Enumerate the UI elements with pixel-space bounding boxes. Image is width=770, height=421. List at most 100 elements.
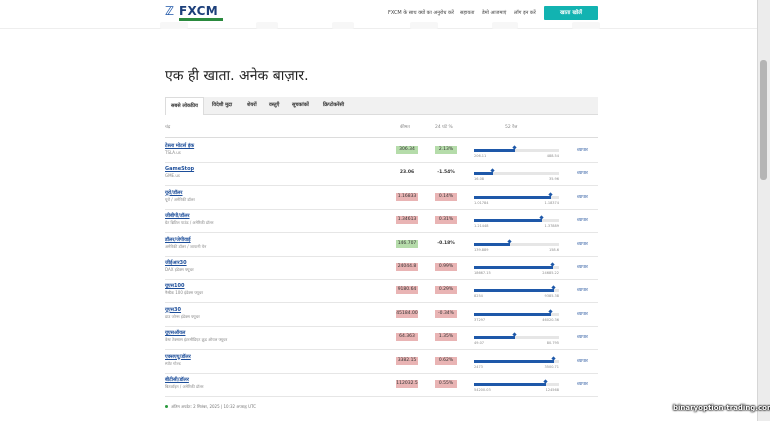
open-account-button[interactable]: खाता खोलें <box>544 6 598 20</box>
table-row[interactable]: बीटीसी/डॉलर बिटकॉइन / अमेरिकी डॉलर 112032.… <box>165 373 598 397</box>
trade-link[interactable]: व्यापार <box>577 381 588 387</box>
instrument-name[interactable]: जीईआर30 <box>165 260 187 266</box>
instrument-name[interactable]: डॉलर/जेपीवाई <box>165 237 191 243</box>
range-bar-fill <box>474 266 553 269</box>
content-area: ℤ FXCM FXCM के साथ क्यों का अनुरोध करें … <box>0 0 757 421</box>
range-bar-fill <box>474 289 554 293</box>
table-row[interactable]: डॉलर/जेपीवाई अमेरिकी डॉलर / जापानी येन 146… <box>165 233 598 257</box>
tab-crypto[interactable]: क्रिप्टोकरेंसी <box>318 97 349 114</box>
range-high: 9385.38 <box>544 294 559 299</box>
trade-link[interactable]: व्यापार <box>577 241 588 247</box>
tab-stocks[interactable]: शेयरों <box>242 97 262 114</box>
live-indicator-icon <box>165 405 168 408</box>
range-bar-fill <box>474 219 542 223</box>
change-cell: -1.54% <box>437 170 455 176</box>
price-cell: 112032.5 <box>396 380 418 388</box>
table-row[interactable]: यूएस100 नैस्डैक 100 इंडेक्स फ्यूचर 9180.64… <box>165 279 598 304</box>
range-marker-icon <box>551 355 556 361</box>
change-cell: 0.99% <box>435 263 457 271</box>
range-low: 16.08 <box>474 177 485 182</box>
range-bar <box>474 145 559 152</box>
range-high: 158.6 <box>548 247 559 252</box>
instrument-description: वेस्ट टेक्सास इंटरमीडिएट क्रूड ऑयल फ्यूच… <box>165 337 228 343</box>
instrument-name[interactable]: यूएस30 <box>165 307 181 313</box>
trade-link[interactable]: व्यापार <box>577 194 588 200</box>
trade-link[interactable]: व्यापार <box>577 264 588 270</box>
price-cell: 146.707 <box>396 239 418 248</box>
trade-link[interactable]: व्यापार <box>577 170 588 176</box>
table-row[interactable]: यूरो/डॉलर यूरो / अमेरिकी डॉलर 1.16833 0.14%… <box>165 186 598 210</box>
logo-text: FXCM <box>179 4 218 18</box>
table-row[interactable]: GameStop GME.us 23.06 -1.54% 16.08 35.96 व्याप… <box>165 162 598 187</box>
fxcm-logo[interactable]: ℤ FXCM <box>165 4 223 23</box>
trade-link[interactable]: व्यापार <box>577 217 588 223</box>
instrument-name[interactable]: यूएस100 <box>165 283 184 289</box>
instrument-description: GME.us <box>165 173 180 179</box>
trade-link[interactable]: व्यापार <box>577 311 588 317</box>
page: ℤ FXCM FXCM के साथ क्यों का अनुरोध करें … <box>0 0 770 421</box>
instrument-description: नैस्डैक 100 इंडेक्स फ्यूचर <box>165 290 204 296</box>
nav-why-fxcm[interactable]: FXCM के साथ क्यों का अनुरोध करें <box>388 10 454 16</box>
range-low: 1.01784 <box>474 200 489 205</box>
trade-link[interactable]: व्यापार <box>577 287 588 293</box>
scrollbar-thumb[interactable] <box>760 60 767 180</box>
tab-most-popular[interactable]: सबसे लोकप्रिय <box>165 97 204 115</box>
instrument-description: स्पॉट गोल्ड <box>165 360 181 366</box>
instrument-description: बिटकॉइन / अमेरिकी डॉलर <box>165 384 204 389</box>
table-row[interactable]: यूएस30 डाउ जोन्स इंडेक्स फ्यूचर 45184.00 -0… <box>165 303 598 327</box>
change-cell: 0.62% <box>435 356 457 365</box>
table-row[interactable]: यूएसऑयल वेस्ट टेक्सास इंटरमीडिएट क्रूड ऑय… <box>165 326 598 351</box>
change-cell: 0.55% <box>435 380 457 388</box>
range-low: 2473 <box>474 364 483 369</box>
trade-link[interactable]: व्यापार <box>577 334 588 340</box>
column-header-change: 24 घंटे % <box>435 125 453 130</box>
tab-indices[interactable]: सूचकांकों <box>287 97 314 114</box>
range-bar-fill <box>474 242 510 246</box>
change-cell: -0.34% <box>435 309 457 318</box>
price-cell: 1.34613 <box>396 216 418 225</box>
price-cell: 45184.00 <box>396 309 418 318</box>
change-cell: 2.13% <box>435 146 457 154</box>
instrument-name[interactable]: यूरो/डॉलर <box>165 190 182 196</box>
instrument-description: डाउ जोन्स इंडेक्स फ्यूचर <box>165 313 200 319</box>
price-cell: 24044.8 <box>396 263 418 271</box>
ticker-placeholder <box>160 22 188 29</box>
trade-link[interactable]: व्यापार <box>577 358 588 364</box>
nav-login[interactable]: लॉग इन करें <box>514 10 536 16</box>
instrument-name[interactable]: GameStop <box>165 166 194 172</box>
instrument-name[interactable]: यूएसऑयल <box>165 330 185 336</box>
range-bar <box>474 285 559 293</box>
table-row[interactable]: टेस्ला मोटर्स इंक TSLA.us 306.34 2.13% 206.1… <box>165 139 598 163</box>
range-high: 3500.71 <box>544 364 559 369</box>
instrument-description: यूरो / अमेरिकी डॉलर <box>165 196 195 202</box>
range-bar-fill <box>474 312 551 316</box>
instrument-name[interactable]: जीबीपी/डॉलर <box>165 213 190 219</box>
nav-demo[interactable]: डेमो आजमाएं <box>482 10 506 16</box>
table-row[interactable]: एक्सएयू/डॉलर स्पॉट गोल्ड 3382.15 0.62% 2473 3… <box>165 350 598 374</box>
range-marker-icon <box>543 379 548 384</box>
range-low: 8254 <box>474 294 483 299</box>
range-marker-icon <box>548 309 553 314</box>
range-low: 18667.15 <box>474 271 491 275</box>
tab-forex[interactable]: विदेशी मुद्रा <box>207 97 237 114</box>
table-row[interactable]: जीबीपी/डॉलर ग्रेट ब्रिटिश पाउंड / अमेरिकी… <box>165 209 598 234</box>
range-marker-icon <box>550 262 555 267</box>
trade-link[interactable]: व्यापार <box>577 147 588 153</box>
range-low: 49.07 <box>474 341 485 346</box>
range-high: 124568 <box>545 388 559 392</box>
range-low: 37297 <box>474 317 486 322</box>
range-bar-fill <box>474 336 515 340</box>
range-low: 206.11 <box>474 154 487 158</box>
price-cell: 64.363 <box>396 333 418 342</box>
instrument-name[interactable]: एक्सएयू/डॉलर <box>165 354 191 360</box>
instrument-name[interactable]: बीटीसी/डॉलर <box>165 377 189 383</box>
tab-commodities[interactable]: वस्तुएँ <box>264 97 284 114</box>
ticker-placeholder <box>410 22 438 29</box>
column-header-range: 52 रेंज <box>505 125 518 130</box>
table-row[interactable]: जीईआर30 DAX इंडेक्स फ्यूचर 24044.8 0.99% 186… <box>165 256 598 280</box>
range-high: 35.96 <box>548 177 559 182</box>
ticker-placeholder <box>256 22 278 29</box>
instrument-name[interactable]: टेस्ला मोटर्स इंक <box>165 143 194 149</box>
price-cell: 306.34 <box>396 146 418 154</box>
nav-support[interactable]: सहायता <box>460 10 474 16</box>
